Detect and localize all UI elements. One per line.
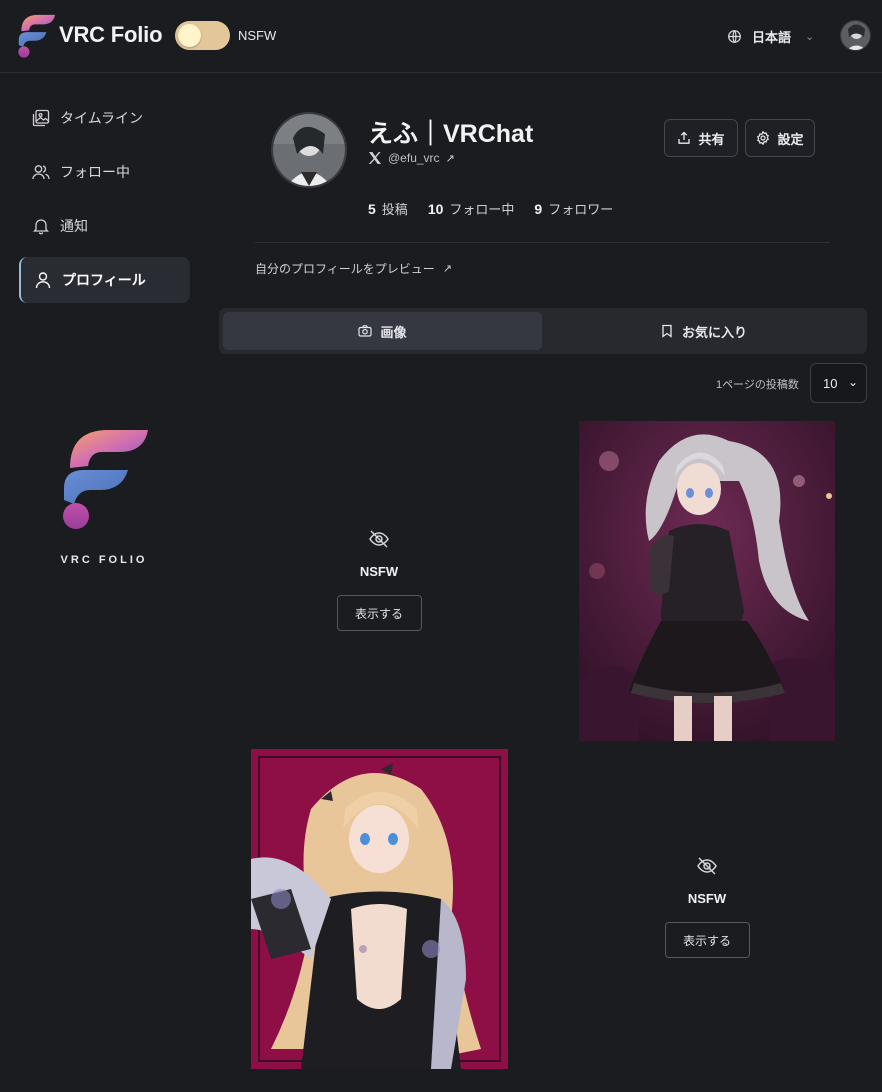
header-avatar[interactable] bbox=[840, 20, 871, 51]
sidebar-item-timeline[interactable]: タイムライン bbox=[19, 95, 190, 141]
share-icon bbox=[678, 131, 691, 144]
post-nsfw-hidden: NSFW 表示する bbox=[577, 855, 837, 958]
globe-icon bbox=[728, 29, 741, 43]
preview-profile-link[interactable]: 自分のプロフィールをプレビュー ↗ bbox=[255, 260, 452, 277]
brand-name[interactable]: VRC Folio bbox=[59, 22, 163, 48]
app-logo-icon[interactable] bbox=[17, 13, 55, 59]
stat-posts[interactable]: 5 投稿 bbox=[368, 199, 408, 218]
show-nsfw-button[interactable]: 表示する bbox=[336, 595, 422, 631]
post-nsfw-hidden: NSFW 表示する bbox=[249, 528, 509, 631]
sidebar-item-label: プロフィール bbox=[62, 272, 146, 288]
profile-stats: 5 投稿 10 フォロー中 9 フォロワー bbox=[368, 199, 613, 218]
profile-handle: @efu_vrc bbox=[388, 151, 440, 165]
sidebar-item-following[interactable]: フォロー中 bbox=[19, 149, 190, 195]
external-link-icon: ↗ bbox=[442, 263, 452, 275]
sidebar-item-profile[interactable]: プロフィール bbox=[19, 257, 190, 303]
sidebar-item-label: タイムライン bbox=[60, 110, 144, 126]
share-button[interactable]: 共有 bbox=[664, 119, 738, 157]
language-selector[interactable]: 日本語 ⌄ bbox=[727, 24, 814, 48]
language-label: 日本語 bbox=[752, 29, 792, 45]
gear-icon bbox=[757, 131, 770, 145]
profile-avatar bbox=[271, 112, 347, 188]
external-link-icon: ↗ bbox=[445, 152, 455, 165]
image-stack-icon bbox=[32, 109, 50, 127]
user-icon bbox=[35, 272, 51, 289]
sidebar-item-label: フォロー中 bbox=[60, 164, 130, 180]
eye-off-icon bbox=[369, 530, 389, 548]
nsfw-title: NSFW bbox=[359, 564, 399, 579]
nsfw-title: NSFW bbox=[687, 891, 727, 906]
camera-icon bbox=[358, 325, 373, 337]
sidebar-logo-icon bbox=[63, 430, 148, 529]
per-page-select[interactable]: 10 ⌄ bbox=[810, 363, 867, 403]
sidebar-item-label: 通知 bbox=[60, 218, 88, 234]
sidebar-item-notifications[interactable]: 通知 bbox=[19, 203, 190, 249]
nsfw-toggle[interactable] bbox=[175, 21, 230, 50]
eye-off-icon bbox=[697, 857, 717, 875]
sidebar-brand-text: VRC FOLIO bbox=[60, 554, 148, 566]
show-nsfw-button[interactable]: 表示する bbox=[664, 922, 750, 958]
settings-button[interactable]: 設定 bbox=[745, 119, 815, 157]
bookmark-icon bbox=[662, 324, 672, 338]
per-page-label: 1ページの投稿数 bbox=[716, 379, 799, 391]
toggle-knob bbox=[178, 24, 201, 47]
post-image-art bbox=[251, 749, 508, 1069]
post-image-art bbox=[579, 421, 835, 741]
nsfw-toggle-label: NSFW bbox=[238, 28, 277, 43]
content-tabs: 画像 お気に入り bbox=[219, 308, 867, 354]
stat-followers[interactable]: 9 フォロワー bbox=[534, 199, 613, 218]
stat-following[interactable]: 10 フォロー中 bbox=[428, 199, 515, 218]
profile-x-link[interactable]: @efu_vrc ↗ bbox=[368, 151, 455, 165]
users-icon bbox=[32, 165, 50, 180]
profile-divider bbox=[255, 242, 830, 243]
tab-images[interactable]: 画像 bbox=[223, 312, 542, 350]
tab-favorites[interactable]: お気に入り bbox=[544, 312, 863, 350]
bell-icon bbox=[32, 219, 50, 235]
x-logo-icon bbox=[368, 152, 381, 164]
post-image[interactable] bbox=[251, 749, 508, 1069]
post-image[interactable] bbox=[579, 421, 835, 741]
profile-name: えふ｜VRChat bbox=[368, 120, 534, 148]
chevron-down-icon: ⌄ bbox=[847, 375, 858, 389]
chevron-down-icon: ⌄ bbox=[805, 30, 815, 43]
top-header: VRC Folio NSFW 日本語 ⌄ bbox=[0, 0, 882, 73]
